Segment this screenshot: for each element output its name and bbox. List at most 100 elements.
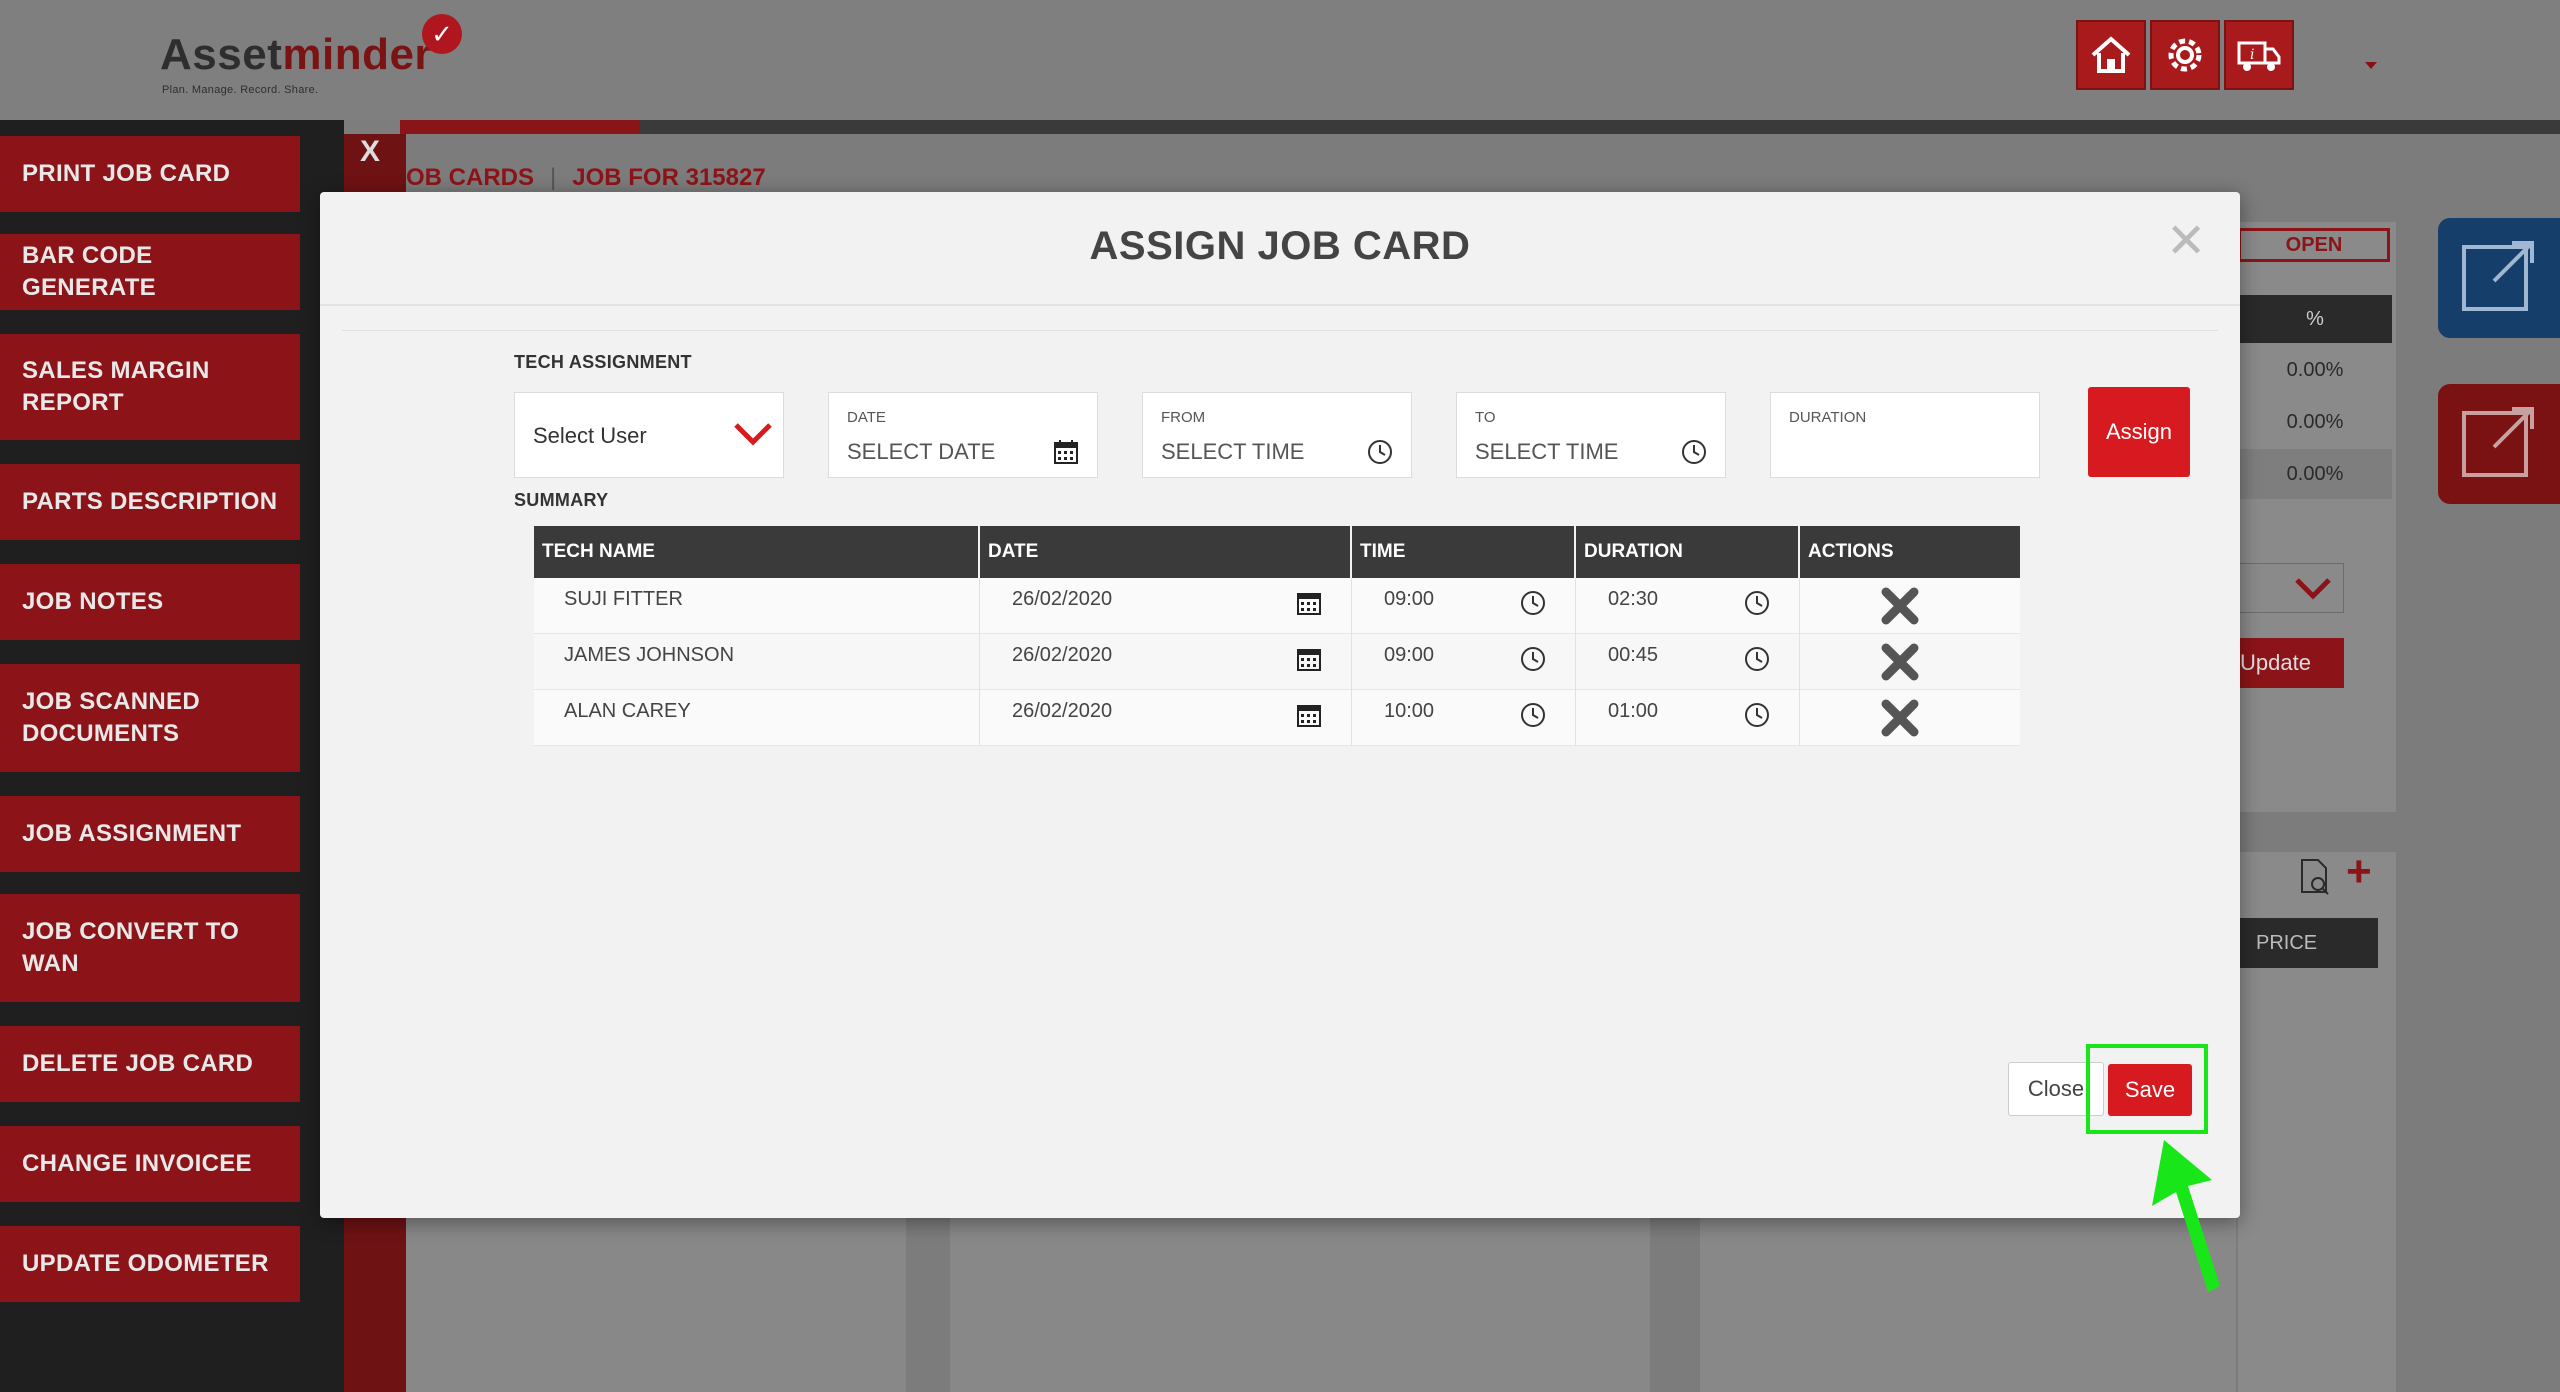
- to-time-field[interactable]: TO SELECT TIME: [1456, 392, 1726, 478]
- sidebar-item-job-convert-to-wan[interactable]: JOB CONVERT TO WAN: [0, 894, 300, 1002]
- row-duration: 00:45: [1608, 644, 1659, 666]
- row-duration: 02:30: [1608, 588, 1659, 610]
- home-button[interactable]: [2076, 20, 2146, 90]
- save-highlight-box: [2086, 1044, 2208, 1134]
- export-icon: [2462, 241, 2534, 311]
- sidebar-item-delete-job-card[interactable]: DELETE JOB CARD: [0, 1026, 300, 1102]
- update-button[interactable]: Update: [2238, 638, 2344, 688]
- modal-close-icon[interactable]: ✕: [2166, 218, 2206, 266]
- clock-icon[interactable]: [1520, 646, 1546, 672]
- date-field[interactable]: DATE SELECT DATE: [828, 392, 1098, 478]
- table-row: ALAN CAREY 26/02/2020 10:00 01:00: [534, 690, 2020, 746]
- chevron-down-icon: [2295, 578, 2331, 600]
- table-body: SUJI FITTER 26/02/2020 09:00 02:30 JAMES…: [534, 578, 2020, 746]
- breadcrumb: OB CARDS | JOB FOR 315827: [406, 164, 766, 192]
- clock-icon[interactable]: [1744, 702, 1770, 728]
- percent-header: %: [2238, 295, 2392, 343]
- sidebar-item-print-job-card[interactable]: PRINT JOB CARD: [0, 136, 300, 212]
- select-user-dropdown[interactable]: Select User: [514, 392, 784, 478]
- column-header-actions: ACTIONS: [1808, 541, 1894, 562]
- assetminder-logo[interactable]: Assetminder Plan. Manage. Record. Share.…: [160, 14, 480, 96]
- clock-icon[interactable]: [1681, 439, 1707, 465]
- logo-word-minder: minder: [282, 30, 433, 79]
- table-row: JAMES JOHNSON 26/02/2020 09:00 00:45: [534, 634, 2020, 690]
- logo-check-icon: ✓: [422, 14, 462, 54]
- cell-actions: [1800, 690, 2020, 746]
- background-column: [950, 1215, 1650, 1392]
- cell-tech-name: SUJI FITTER: [534, 578, 980, 634]
- table-header-row: TECH NAME DATE TIME DURATION ACTIONS: [534, 526, 2020, 578]
- assign-button[interactable]: Assign: [2088, 387, 2190, 477]
- cell-duration: 02:30: [1576, 578, 1800, 634]
- modal-divider: [320, 304, 2240, 306]
- document-search-icon[interactable]: [2296, 858, 2334, 896]
- home-icon: [2091, 36, 2131, 73]
- breadcrumb-job-cards[interactable]: OB CARDS: [406, 164, 534, 191]
- summary-label: SUMMARY: [514, 490, 609, 510]
- sidebar-item-bar-code-generate[interactable]: BAR CODE GENERATE: [0, 234, 300, 310]
- cell-actions: [1800, 578, 2020, 634]
- clock-icon[interactable]: [1520, 590, 1546, 616]
- pointer-arrow-icon: [2152, 1140, 2220, 1292]
- from-placeholder: SELECT TIME: [1161, 439, 1305, 464]
- duration-field[interactable]: DURATION: [1770, 392, 2040, 478]
- tech-assignment-label: TECH ASSIGNMENT: [514, 352, 692, 372]
- clock-icon[interactable]: [1367, 439, 1393, 465]
- modal-title: ASSIGN JOB CARD: [1089, 224, 1471, 268]
- calendar-icon[interactable]: [1296, 590, 1322, 616]
- delete-icon[interactable]: [1880, 586, 1920, 626]
- export-tile-red[interactable]: [2438, 384, 2560, 504]
- column-header-date: DATE: [980, 526, 1352, 578]
- add-icon[interactable]: +: [2346, 850, 2372, 894]
- cell-date: 26/02/2020: [980, 578, 1352, 634]
- sidebar-item-parts-description[interactable]: PARTS DESCRIPTION: [0, 464, 300, 540]
- calendar-icon[interactable]: [1296, 702, 1322, 728]
- duration-caption: DURATION: [1789, 409, 1867, 426]
- top-header: Assetminder Plan. Manage. Record. Share.…: [0, 0, 2560, 120]
- sidebar-item-job-assignment[interactable]: JOB ASSIGNMENT: [0, 796, 300, 872]
- sidebar-close-button[interactable]: X: [360, 135, 380, 169]
- modal-divider: [342, 330, 2218, 331]
- percent-value: 0.00%: [2238, 397, 2392, 447]
- price-header: PRICE: [2238, 918, 2378, 968]
- logo-wordmark: Assetminder: [160, 30, 432, 80]
- assign-job-card-modal: ASSIGN JOB CARD ✕ TECH ASSIGNMENT Select…: [320, 192, 2240, 1218]
- progress-strip: [400, 120, 2560, 134]
- breadcrumb-separator: |: [550, 164, 557, 191]
- background-dropdown[interactable]: [2238, 563, 2344, 613]
- cell-date: 26/02/2020: [980, 690, 1352, 746]
- breadcrumb-job[interactable]: JOB FOR 315827: [572, 164, 765, 191]
- chevron-down-icon: [734, 423, 772, 446]
- export-tile-blue[interactable]: [2438, 218, 2560, 338]
- calendar-icon[interactable]: [1053, 439, 1079, 465]
- logo-tagline: Plan. Manage. Record. Share.: [162, 84, 319, 96]
- to-caption: TO: [1475, 409, 1496, 426]
- percent-value: 0.00%: [2238, 449, 2392, 499]
- sidebar: PRINT JOB CARD BAR CODE GENERATE SALES M…: [0, 120, 344, 1392]
- column-header-time: TIME: [1352, 526, 1576, 578]
- sidebar-item-sales-margin-report[interactable]: SALES MARGIN REPORT: [0, 334, 300, 440]
- delete-icon[interactable]: [1880, 698, 1920, 738]
- sidebar-item-update-odometer[interactable]: UPDATE ODOMETER: [0, 1226, 300, 1302]
- sidebar-item-job-notes[interactable]: JOB NOTES: [0, 564, 300, 640]
- delete-icon[interactable]: [1880, 642, 1920, 682]
- cell-actions: [1800, 634, 2020, 690]
- from-time-field[interactable]: FROM SELECT TIME: [1142, 392, 1412, 478]
- clock-icon[interactable]: [1744, 646, 1770, 672]
- row-date: 26/02/2020: [1012, 644, 1113, 666]
- logo-word-asset: Asset: [160, 30, 283, 79]
- clock-icon[interactable]: [1520, 702, 1546, 728]
- vehicle-info-button[interactable]: i: [2224, 20, 2294, 90]
- settings-button[interactable]: [2150, 20, 2220, 90]
- svg-text:i: i: [2250, 47, 2254, 63]
- date-placeholder: SELECT DATE: [847, 439, 996, 464]
- calendar-icon[interactable]: [1296, 646, 1322, 672]
- sidebar-item-job-scanned-documents[interactable]: JOB SCANNED DOCUMENTS: [0, 664, 300, 772]
- cell-tech-name: JAMES JOHNSON: [534, 634, 980, 690]
- row-time: 10:00: [1384, 700, 1435, 722]
- tech-name: SUJI FITTER: [564, 588, 683, 610]
- from-caption: FROM: [1161, 409, 1206, 426]
- sidebar-item-change-invoicee[interactable]: CHANGE INVOICEE: [0, 1126, 300, 1202]
- user-menu-caret-icon[interactable]: [2365, 62, 2377, 69]
- clock-icon[interactable]: [1744, 590, 1770, 616]
